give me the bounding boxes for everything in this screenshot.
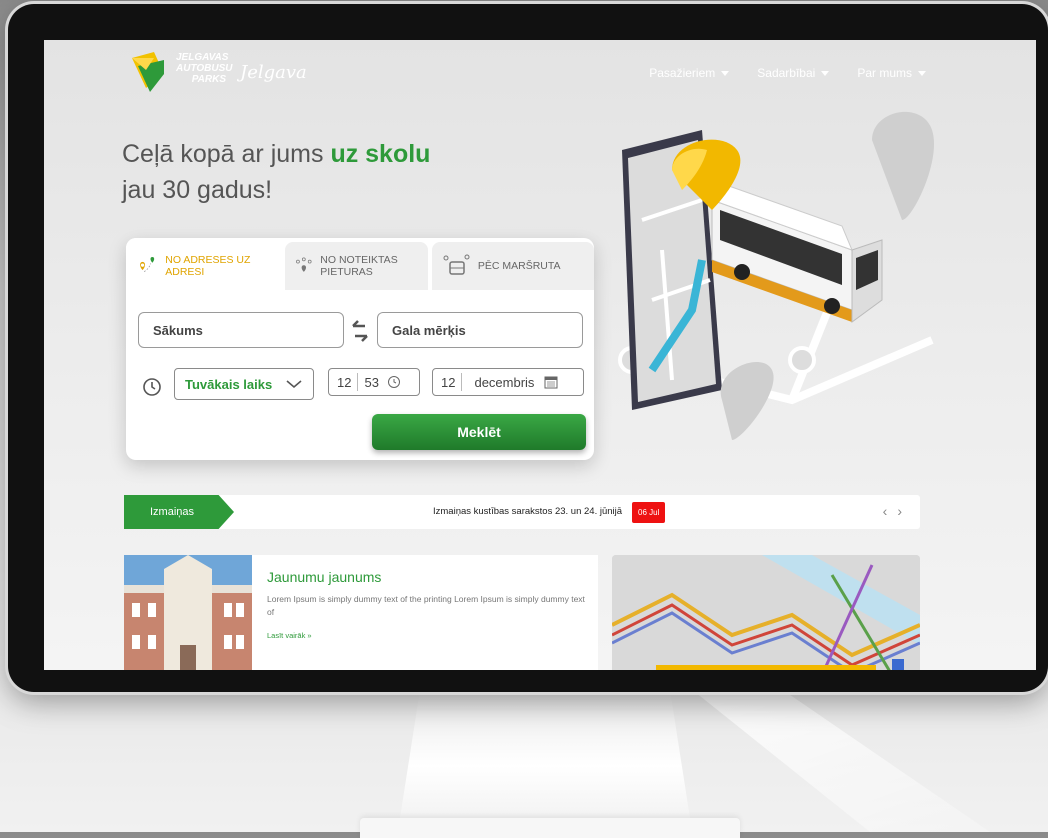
start-placeholder: Sākums [153,322,203,338]
chevron-right-icon[interactable]: › [897,503,902,519]
location-pin-icon [140,257,155,273]
date-picker[interactable]: 12 decembris [432,368,584,396]
ticker-date-badge: 06 Jul [632,502,666,523]
news-title[interactable]: Jaunumu jaunums [267,569,381,585]
hero-heading: Ceļā kopā ar jums uz skolu jau 30 gadus! [122,136,430,208]
monitor-base [360,818,740,838]
tab-from-stop[interactable]: NO NOTEIKTAS PIETURAS [284,242,428,290]
clock-small-icon [387,376,400,388]
month-value: decembris [474,374,535,390]
route-search-card: NO ADRESES UZ ADRESI NO NOTEIKTAS PIETUR… [126,238,594,460]
nav-item-passengers[interactable]: Pasažieriem [649,66,730,80]
tab-label: NO ADRESES UZ ADRESI [165,254,251,278]
swap-arrows-icon[interactable] [349,316,371,346]
news-image[interactable] [124,555,252,670]
divider [461,373,463,391]
time-mode-select[interactable]: Tuvākais laiks [174,368,314,400]
hour-value: 12 [337,374,352,390]
nav-item-about[interactable]: Par mums [857,66,926,80]
changes-ticker: Izmaiņas Izmaiņas kustības sarakstos 23.… [124,495,920,529]
nav-label: Pasažieriem [649,66,716,80]
monitor-stand [400,688,690,818]
hero-line1-prefix: Ceļā kopā ar jums [122,140,331,168]
ticker-label: Izmaiņas [124,495,234,529]
chevron-down-icon [821,70,830,76]
search-tabs: NO ADRESES UZ ADRESI NO NOTEIKTAS PIETUR… [126,238,594,294]
bus-map-illustration [618,111,935,440]
start-field[interactable]: Sākums [138,312,344,348]
stops-icon [295,257,312,272]
nav-item-cooperation[interactable]: Sadarbībai [757,66,830,80]
hero-line2: jau 30 gadus! [122,176,273,204]
read-more-link[interactable]: Lasīt vairāk » [267,631,312,640]
website-screen: JELGAVAS AUTOBUSU PARKS Jelgava Pasažier… [44,40,1036,670]
news-excerpt: Lorem Ipsum is simply dummy text of the … [267,594,585,617]
hero-accent: uz skolu [330,140,431,168]
route-map-image[interactable] [612,555,920,670]
ticker-arrows: ‹ › [883,503,902,519]
minute-value: 53 [364,374,379,390]
nav-label: Par mums [857,66,912,80]
destination-field[interactable]: Gala mērķis [377,312,583,348]
day-value: 12 [441,374,456,390]
chevron-down-icon [721,70,730,76]
ticker-headline[interactable]: Izmaiņas kustības sarakstos 23. un 24. j… [433,506,622,517]
clock-icon [143,378,161,396]
destination-placeholder: Gala mērķis [392,322,466,338]
calendar-icon [544,376,558,389]
brand-name: JELGAVAS AUTOBUSU PARKS [176,52,233,85]
monitor-bezel: JELGAVAS AUTOBUSU PARKS Jelgava Pasažier… [8,4,1048,692]
tab-by-route[interactable]: PĒC MARŠRUTA [431,242,594,290]
chevron-down-icon [918,70,926,76]
time-picker[interactable]: 12 53 [328,368,420,396]
nav-label: Sadarbībai [757,66,816,80]
stand-shadow [690,688,990,832]
bus-icon [443,254,470,275]
news-card: Jaunumu jaunums Lorem Ipsum is simply du… [124,555,598,670]
tab-label: NO NOTEIKTAS PIETURAS [320,254,398,278]
main-nav: Pasažieriem Sadarbībai Par mums [649,66,926,80]
time-mode-value: Tuvākais laiks [185,376,273,392]
divider [357,373,359,391]
chevron-down-icon [286,380,302,389]
tab-label: PĒC MARŠRUTA [477,260,561,272]
chevron-left-icon[interactable]: ‹ [883,503,888,519]
tab-address-to-address[interactable]: NO ADRESES UZ ADRESI [126,238,279,294]
search-button[interactable]: Meklēt [372,414,586,450]
city-script-logo: Jelgava [240,62,307,83]
